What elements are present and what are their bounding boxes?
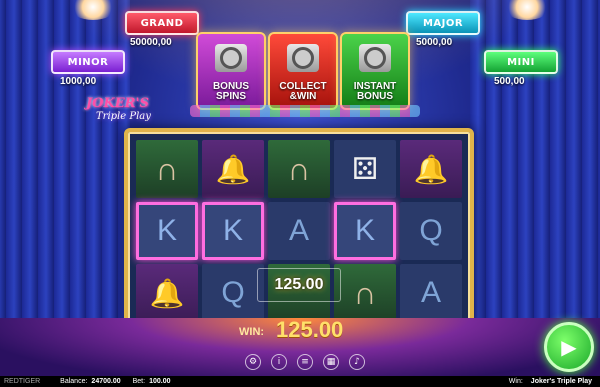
symbol-q: Q — [202, 264, 264, 322]
brand-label: REDTIGER — [4, 378, 41, 385]
safe-icon — [359, 44, 391, 72]
collect-win-feature: COLLECT &WIN — [268, 32, 338, 110]
jackpot-major-value: 5000,00 — [416, 37, 453, 48]
logo-subtitle: Triple Play — [96, 111, 151, 122]
symbol-a: A — [268, 202, 330, 260]
symbol-a: A — [400, 264, 462, 322]
horseshoe-icon: ∩ — [334, 264, 396, 322]
game-logo: JOKER'S Triple Play — [86, 96, 166, 126]
jackpot-grand-label: GRAND — [125, 11, 199, 35]
bell-icon: 🔔 — [400, 140, 462, 198]
feature-collect-line2: &WIN — [289, 91, 317, 102]
stack-icon[interactable]: ≡ — [297, 354, 313, 370]
bell-icon: 🔔 — [136, 264, 198, 322]
safe-icon — [215, 44, 247, 72]
bottom-status-bar: REDTIGER Balance: 24700.00 Bet: 100.00 W… — [0, 376, 600, 387]
symbol-k: K — [202, 202, 264, 260]
bet-label: Bet: — [132, 378, 146, 385]
jackpot-minor-value: 1000,00 — [60, 76, 97, 87]
jackpot-grand-value: 50000,00 — [130, 37, 172, 48]
feature-instant-line2: BONUS — [356, 91, 394, 102]
win-amount: 125.00 — [276, 317, 344, 342]
symbol-k: K — [334, 202, 396, 260]
win-label: WIN: — [239, 326, 265, 338]
safe-icon — [287, 44, 319, 72]
feature-bonus-line2: SPINS — [215, 91, 246, 102]
bell-icon: 🔔 — [202, 140, 264, 198]
game-stage: GRAND 50000,00 MAJOR 5000,00 MINOR 1000,… — [0, 0, 600, 387]
instant-bonus-feature: INSTANT BONUS — [340, 32, 410, 110]
balance-label: Balance: — [60, 378, 88, 385]
bet-value: 100.00 — [149, 378, 171, 385]
symbol-k: K — [136, 202, 198, 260]
jackpot-minor-label: MINOR — [51, 50, 125, 74]
symbol-q: Q — [400, 202, 462, 260]
grid-icon[interactable]: ▦ — [323, 354, 339, 370]
play-icon: ▶ — [561, 335, 577, 359]
balance-value: 24700.00 — [91, 378, 121, 385]
spin-button[interactable]: ▶ — [544, 322, 594, 372]
sound-icon[interactable]: ♪ — [349, 354, 365, 370]
cell-win-amount: 125.00 — [257, 268, 341, 302]
win-status-label: Win: — [508, 378, 523, 385]
control-bar: ⚙ i ≡ ▦ ♪ — [245, 354, 365, 370]
jackpot-mini-value: 500,00 — [494, 76, 525, 87]
game-name: Joker's Triple Play — [530, 378, 592, 385]
jackpot-major-label: MAJOR — [406, 11, 480, 35]
reel-frame: ∩ 🔔 ∩ ⚄ 🔔 K K A K Q 🔔 Q ∩ A — [124, 128, 474, 336]
dice-icon: ⚄ — [334, 140, 396, 198]
logo-title: JOKER'S — [86, 96, 149, 111]
horseshoe-icon: ∩ — [268, 140, 330, 198]
jackpot-mini-label: MINI — [484, 50, 558, 74]
horseshoe-icon: ∩ — [136, 140, 198, 198]
bonus-spins-feature: BONUS SPINS — [196, 32, 266, 110]
settings-icon[interactable]: ⚙ — [245, 354, 261, 370]
info-icon[interactable]: i — [271, 354, 287, 370]
gem-pile — [190, 105, 420, 117]
